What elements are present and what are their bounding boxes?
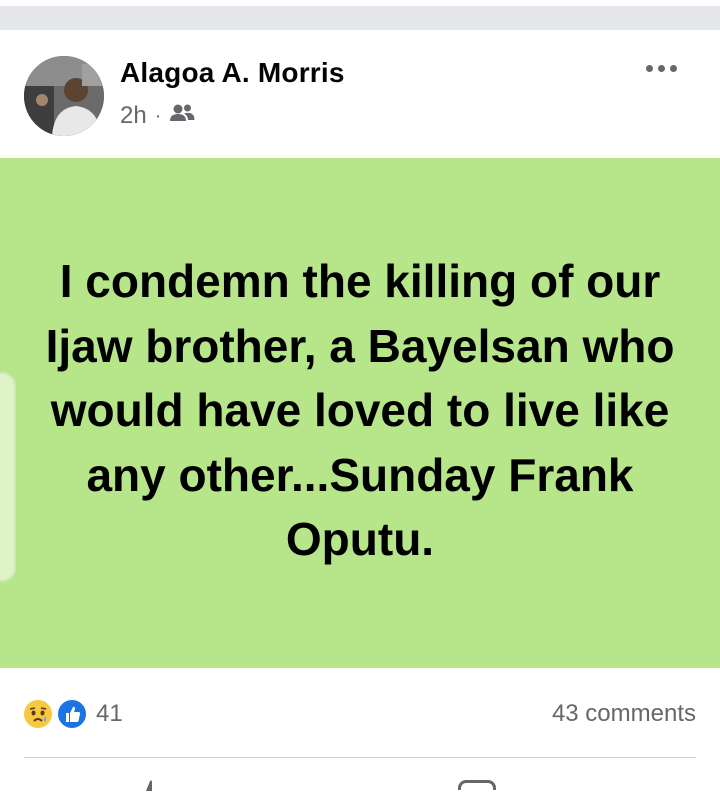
feed-separator xyxy=(0,0,720,30)
meta-separator: · xyxy=(154,104,162,127)
reaction-count[interactable]: 41 xyxy=(96,700,123,728)
more-options-button[interactable] xyxy=(646,58,686,78)
avatar[interactable] xyxy=(24,56,104,136)
post-time[interactable]: 2h xyxy=(120,102,147,130)
post-meta: 2h · xyxy=(120,102,195,130)
post-header: Alagoa A. Morris 2h · xyxy=(0,30,720,158)
dot-icon xyxy=(646,64,653,72)
like-reaction-icon xyxy=(56,698,88,730)
reactions-bar: 41 43 comments xyxy=(0,668,720,758)
comments-count[interactable]: 43 comments xyxy=(552,700,696,728)
top-strip xyxy=(0,0,720,6)
avatar-photo xyxy=(24,56,104,136)
edge-handle[interactable] xyxy=(0,372,16,582)
sad-reaction-icon xyxy=(22,698,54,730)
post-text: I condemn the killing of our Ijaw brothe… xyxy=(45,255,675,566)
divider xyxy=(24,757,696,758)
post-body[interactable]: I condemn the killing of our Ijaw brothe… xyxy=(0,158,720,668)
share-button-icon[interactable] xyxy=(458,780,496,790)
dot-icon xyxy=(670,64,677,72)
dot-icon xyxy=(658,64,665,72)
like-button-icon[interactable] xyxy=(142,778,158,791)
author-name[interactable]: Alagoa A. Morris xyxy=(120,57,345,89)
reaction-icons[interactable] xyxy=(22,698,92,730)
friends-icon xyxy=(169,102,195,130)
